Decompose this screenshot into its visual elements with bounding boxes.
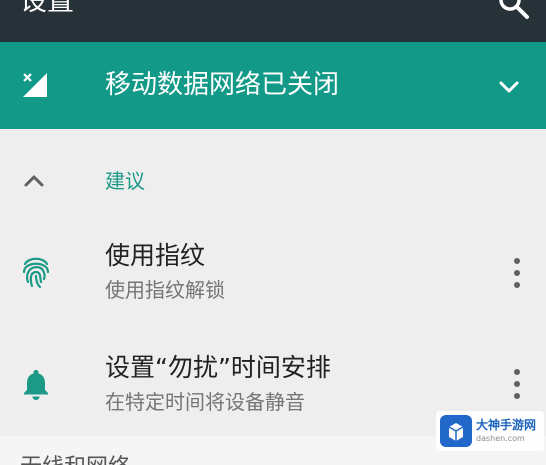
watermark: 大神手游网 dashen.com [436, 411, 544, 451]
suggestions-label: 建议 [105, 169, 145, 193]
dnd-subtitle: 在特定时间将设备静音 [105, 390, 305, 414]
fingerprint-icon [22, 257, 50, 289]
fingerprint-subtitle: 使用指纹解锁 [105, 278, 225, 302]
suggestions-section: 建议 使用指纹 使用指纹解锁 设置“勿扰”时间安排 在特定时间将设备静音 [0, 129, 546, 436]
watermark-url: dashen.com [476, 434, 525, 443]
chevron-down-icon[interactable] [497, 75, 521, 99]
page-title: 设置 [20, 0, 74, 17]
watermark-logo-icon [440, 415, 472, 447]
section-title-wireless: 无线和网络 [20, 454, 130, 465]
watermark-name: 大神手游网 [476, 418, 537, 432]
fingerprint-title: 使用指纹 [105, 241, 206, 270]
mobile-data-status-text: 移动数据网络已关闭 [105, 70, 340, 100]
search-icon[interactable] [496, 0, 530, 20]
bell-icon [24, 370, 48, 400]
dnd-title: 设置“勿扰”时间安排 [105, 353, 331, 382]
mobile-data-off-banner[interactable]: 移动数据网络已关闭 [0, 42, 546, 129]
chevron-up-icon[interactable] [22, 169, 46, 193]
mobile-data-off-icon [23, 73, 47, 97]
more-vert-icon[interactable] [510, 256, 524, 290]
more-vert-icon[interactable] [510, 367, 524, 401]
top-app-bar: 设置 [0, 0, 546, 42]
